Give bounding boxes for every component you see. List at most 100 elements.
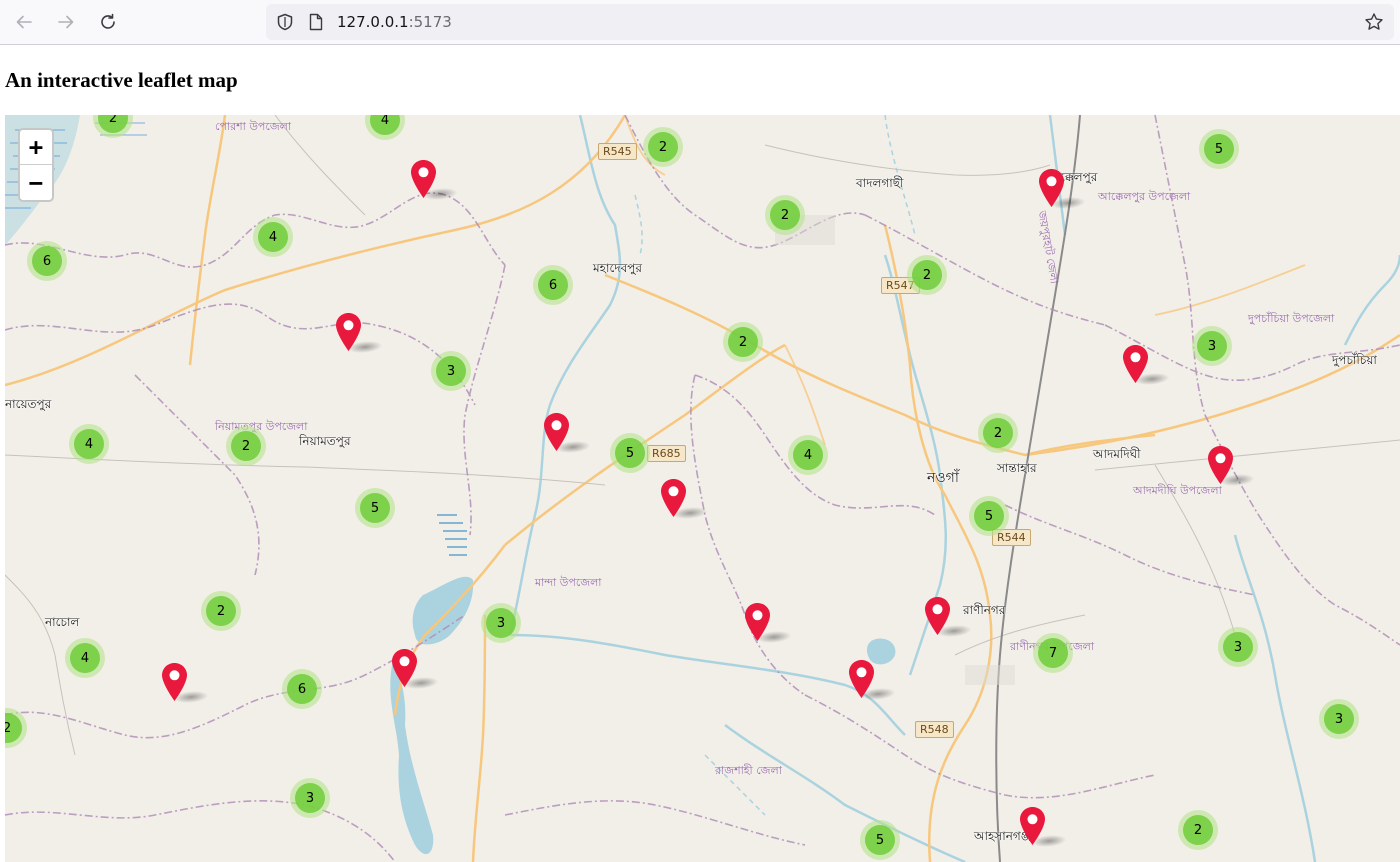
marker-cluster[interactable]: 3 bbox=[1319, 699, 1359, 739]
marker-cluster[interactable]: 5 bbox=[610, 433, 650, 473]
place-label: নওগাঁ bbox=[927, 470, 959, 486]
cluster-count: 3 bbox=[295, 783, 325, 813]
road-shield: R545 bbox=[598, 143, 637, 160]
map-marker-icon[interactable] bbox=[661, 479, 686, 517]
place-label: বাদলগাছী bbox=[856, 176, 904, 190]
lake bbox=[412, 576, 474, 645]
url-host: 127.0.0.1 bbox=[337, 13, 409, 31]
marker-cluster[interactable]: 2 bbox=[226, 426, 266, 466]
admin-area-label: নিয়ামতপুর উপজেলা bbox=[215, 420, 308, 433]
cluster-count: 2 bbox=[912, 260, 942, 290]
cluster-count: 5 bbox=[615, 438, 645, 468]
marker-cluster[interactable]: 5 bbox=[355, 488, 395, 528]
road-shield: R685 bbox=[647, 445, 686, 462]
arrow-left-icon bbox=[16, 15, 32, 29]
cluster-count: 5 bbox=[865, 825, 895, 855]
cluster-count: 4 bbox=[74, 429, 104, 459]
cluster-count: 5 bbox=[360, 493, 390, 523]
url-port: :5173 bbox=[408, 13, 452, 31]
cluster-count: 4 bbox=[793, 440, 823, 470]
map-marker-icon[interactable] bbox=[925, 597, 950, 635]
cluster-count: 2 bbox=[231, 431, 261, 461]
marker-cluster[interactable]: 2 bbox=[978, 413, 1018, 453]
back-button[interactable] bbox=[8, 6, 40, 38]
marker-cluster[interactable]: 4 bbox=[69, 424, 109, 464]
shield-icon[interactable] bbox=[276, 13, 294, 31]
marker-cluster[interactable]: 2 bbox=[201, 591, 241, 631]
place-label: নাচোল bbox=[45, 615, 80, 629]
map-marker-icon[interactable] bbox=[1208, 446, 1233, 484]
marker-cluster[interactable]: 5 bbox=[1199, 129, 1239, 169]
cluster-count: 4 bbox=[370, 115, 400, 135]
cluster-count: 4 bbox=[70, 643, 100, 673]
marker-cluster[interactable]: 5 bbox=[969, 496, 1009, 536]
cluster-count: 7 bbox=[1038, 638, 1068, 668]
marker-cluster[interactable]: 2 bbox=[907, 255, 947, 295]
marker-cluster[interactable]: 5 bbox=[860, 820, 900, 860]
reload-button[interactable] bbox=[92, 6, 124, 38]
cluster-count: 4 bbox=[258, 222, 288, 252]
marker-cluster[interactable]: 3 bbox=[431, 351, 471, 391]
zoom-control: + − bbox=[18, 128, 54, 202]
page-title: An interactive leaflet map bbox=[5, 68, 238, 92]
cluster-count: 3 bbox=[486, 608, 516, 638]
map-marker-icon[interactable] bbox=[1039, 169, 1064, 207]
road-shield: R548 bbox=[915, 721, 954, 738]
marker-cluster[interactable]: 3 bbox=[1218, 627, 1258, 667]
secondary-roads bbox=[624, 115, 1306, 446]
map-marker-icon[interactable] bbox=[849, 660, 874, 698]
map-marker-icon[interactable] bbox=[544, 413, 569, 451]
cluster-count: 5 bbox=[974, 501, 1004, 531]
url-bar[interactable]: 127.0.0.1:5173 bbox=[266, 4, 1394, 40]
minor-roads bbox=[5, 115, 1400, 756]
cluster-count: 6 bbox=[538, 270, 568, 300]
cluster-count: 6 bbox=[32, 246, 62, 276]
leaflet-map[interactable]: বাদলগাছী আক্কেলপুর মহাদেবপুর নিয়ামতপুর নওগা… bbox=[5, 115, 1400, 862]
marker-cluster[interactable]: 4 bbox=[253, 217, 293, 257]
map-marker-icon[interactable] bbox=[745, 603, 770, 641]
marker-cluster[interactable]: 3 bbox=[481, 603, 521, 643]
arrow-right-icon bbox=[58, 15, 74, 29]
marker-cluster[interactable]: 7 bbox=[1033, 633, 1073, 673]
marker-cluster[interactable]: 6 bbox=[27, 241, 67, 281]
cluster-count: 2 bbox=[206, 596, 236, 626]
place-label: আদমদিঘী bbox=[1093, 447, 1141, 461]
marker-cluster[interactable]: 4 bbox=[788, 435, 828, 475]
zoom-out-button[interactable]: − bbox=[20, 165, 52, 200]
cluster-count: 2 bbox=[1183, 815, 1213, 845]
admin-area-label: আক্কেলপুর উপজেলা bbox=[1098, 190, 1191, 203]
marker-cluster[interactable]: 2 bbox=[643, 127, 683, 167]
url-text[interactable]: 127.0.0.1:5173 bbox=[337, 13, 452, 31]
zoom-in-button[interactable]: + bbox=[20, 130, 52, 165]
marker-cluster[interactable]: 2 bbox=[1178, 810, 1218, 850]
star-icon[interactable] bbox=[1364, 12, 1384, 32]
reload-icon bbox=[101, 13, 115, 29]
marker-cluster[interactable]: 3 bbox=[1192, 326, 1232, 366]
marker-cluster[interactable]: 2 bbox=[765, 195, 805, 235]
cluster-count: 6 bbox=[287, 674, 317, 704]
marker-cluster[interactable]: 3 bbox=[290, 778, 330, 818]
place-label: রাণীনগর bbox=[963, 603, 1006, 617]
map-marker-icon[interactable] bbox=[392, 649, 417, 687]
lake-south bbox=[390, 660, 434, 855]
cluster-count: 2 bbox=[648, 132, 678, 162]
cluster-count: 3 bbox=[1324, 704, 1354, 734]
place-label: মহাদেবপুর bbox=[593, 261, 642, 275]
map-marker-icon[interactable] bbox=[162, 663, 187, 701]
place-label: নিয়ামতপুর bbox=[299, 434, 351, 448]
map-marker-icon[interactable] bbox=[1020, 807, 1045, 845]
admin-area-label: আদমদীঘি উপজেলা bbox=[1133, 484, 1222, 497]
marker-cluster[interactable]: 6 bbox=[282, 669, 322, 709]
map-marker-icon[interactable] bbox=[336, 313, 361, 351]
map-marker-icon[interactable] bbox=[411, 160, 436, 198]
marker-cluster[interactable]: 4 bbox=[65, 638, 105, 678]
map-marker-icon[interactable] bbox=[1123, 345, 1148, 383]
cluster-count: 3 bbox=[1197, 331, 1227, 361]
cluster-count: 3 bbox=[1223, 632, 1253, 662]
forward-button[interactable] bbox=[50, 6, 82, 38]
marker-cluster[interactable]: 2 bbox=[723, 322, 763, 362]
cluster-count: 2 bbox=[728, 327, 758, 357]
cluster-count: 2 bbox=[770, 200, 800, 230]
cluster-count: 2 bbox=[5, 713, 22, 743]
marker-cluster[interactable]: 6 bbox=[533, 265, 573, 305]
